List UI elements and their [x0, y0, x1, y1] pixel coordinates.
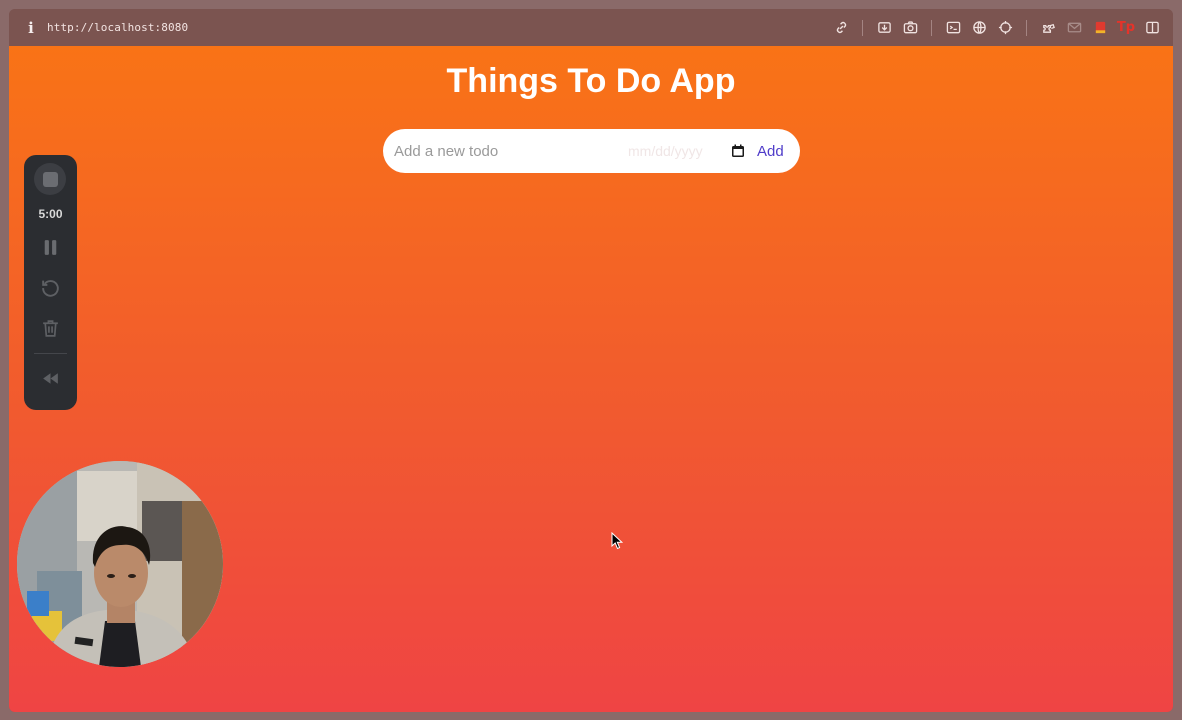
rewind-icon[interactable]	[40, 368, 61, 389]
toolbar-separator	[862, 19, 863, 36]
toolbar-separator	[1026, 19, 1027, 36]
mouse-cursor-icon	[611, 532, 623, 550]
recording-controls: 5:00	[24, 155, 77, 410]
tp-extension-icon[interactable]: Tp	[1113, 15, 1139, 41]
download-icon[interactable]	[871, 15, 897, 41]
webcam-bubble[interactable]	[17, 461, 223, 667]
recording-timer: 5:00	[38, 207, 63, 221]
globe-icon[interactable]	[966, 15, 992, 41]
trash-icon[interactable]	[40, 318, 61, 339]
browser-toolbar: i http://localhost:8080 Tp	[9, 9, 1173, 46]
info-icon[interactable]: i	[19, 19, 43, 37]
stop-recording-button[interactable]	[34, 163, 66, 195]
toolbar-separator	[931, 19, 932, 36]
sidebar-toggle-icon[interactable]	[1139, 15, 1165, 41]
restart-icon[interactable]	[40, 277, 61, 298]
todo-form: mm/dd/yyyy Add	[383, 129, 800, 173]
url-bar[interactable]: http://localhost:8080	[47, 21, 188, 34]
calendar-icon[interactable]	[731, 144, 745, 158]
page-title: Things To Do App	[446, 62, 736, 100]
add-button[interactable]: Add	[757, 143, 784, 160]
recorder-divider	[34, 353, 67, 354]
webcam-feed	[17, 461, 223, 667]
browser-window: i http://localhost:8080 Tp Things To Do …	[9, 9, 1173, 712]
camera-icon[interactable]	[897, 15, 923, 41]
bookmark-icon[interactable]	[1087, 15, 1113, 41]
date-input[interactable]: mm/dd/yyyy	[628, 143, 728, 159]
pause-icon[interactable]	[40, 237, 61, 258]
stop-icon	[42, 171, 58, 187]
mail-icon[interactable]	[1061, 15, 1087, 41]
extensions-icon[interactable]	[1035, 15, 1061, 41]
screen-frame: i http://localhost:8080 Tp Things To Do …	[0, 0, 1182, 720]
todo-input[interactable]	[394, 142, 624, 160]
link-icon[interactable]	[828, 15, 854, 41]
terminal-icon[interactable]	[940, 15, 966, 41]
toolbar-icons: Tp	[828, 9, 1165, 46]
crosshair-icon[interactable]	[992, 15, 1018, 41]
